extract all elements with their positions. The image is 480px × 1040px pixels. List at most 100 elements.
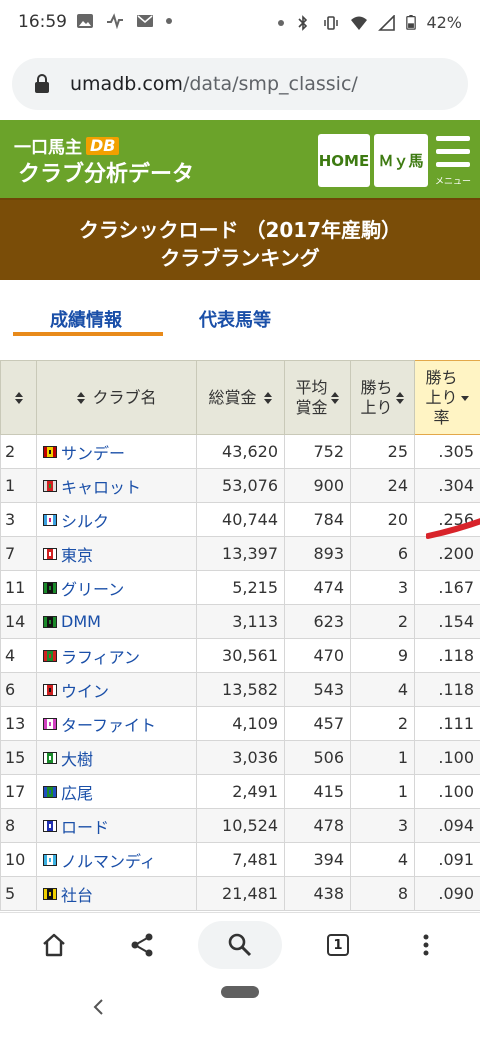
battery-icon xyxy=(406,15,417,30)
total-prize-cell: 5,215 xyxy=(196,570,285,605)
table-row[interactable]: 4 ラフィアン 30,561 470 9.118 xyxy=(0,638,480,673)
back-chevron-icon[interactable] xyxy=(92,998,106,1016)
club-cell[interactable]: 大樹 xyxy=(36,740,197,775)
active-tab-indicator xyxy=(13,332,163,336)
club-cell[interactable]: グリーン xyxy=(36,570,197,605)
avg-prize-cell: 438 xyxy=(284,876,351,911)
home-nav-button[interactable] xyxy=(30,921,78,969)
win-rate-cell: .118 xyxy=(414,638,480,673)
club-cell[interactable]: DMM xyxy=(36,604,197,639)
table-row[interactable]: 2 サンデー 43,620 752 25.305 xyxy=(0,434,480,469)
table-row[interactable]: 10 ノルマンディ 7,481 394 4.091 xyxy=(0,842,480,877)
club-name-link[interactable]: DMM xyxy=(61,612,101,631)
col-header-total-prize[interactable]: 総賞金 xyxy=(196,360,285,435)
table-row[interactable]: 6 ウイン 13,582 543 4.118 xyxy=(0,672,480,707)
avg-prize-cell: 478 xyxy=(284,808,351,843)
club-cell[interactable]: ノルマンディ xyxy=(36,842,197,877)
browser-bottom-toolbar: 1 xyxy=(0,912,480,976)
wins-cell: 1 xyxy=(350,774,415,809)
total-prize-cell: 7,481 xyxy=(196,842,285,877)
silk-icon xyxy=(43,479,57,492)
tab-results[interactable]: 成績情報 xyxy=(50,306,122,332)
table-row[interactable]: 8 ロード 10,524 478 3.094 xyxy=(0,808,480,843)
col-header-total-prize-label: 総賞金 xyxy=(208,387,257,407)
col-header-wins[interactable]: 勝ち 上り xyxy=(350,360,415,435)
club-name-link[interactable]: ウイン xyxy=(61,678,109,702)
club-cell[interactable]: 広尾 xyxy=(36,774,197,809)
win-rate-cell: .090 xyxy=(414,876,480,911)
club-cell[interactable]: ロード xyxy=(36,808,197,843)
table-row[interactable]: 3 シルク 40,744 784 20.256 xyxy=(0,502,480,537)
status-dot-icon xyxy=(278,19,285,26)
club-name-link[interactable]: 東京 xyxy=(61,542,93,566)
sort-icon xyxy=(14,391,23,404)
club-name-link[interactable]: ターファイト xyxy=(61,712,156,736)
url-text[interactable]: umadb.com/data/smp_classic/ xyxy=(70,73,358,95)
ranking-table-container[interactable]: クラブ名 総賞金 平均 賞金 勝ち 上り 勝ち 上り 率 2 サンデー 43,6… xyxy=(0,360,480,912)
vibrate-icon xyxy=(324,15,339,30)
avg-prize-cell: 506 xyxy=(284,740,351,775)
logo-db-badge: DB xyxy=(86,136,120,155)
total-prize-cell: 40,744 xyxy=(196,502,285,537)
tab-representative-horses[interactable]: 代表馬等 xyxy=(199,306,271,332)
table-row[interactable]: 7 東京 13,397 893 6.200 xyxy=(0,536,480,571)
address-bar[interactable]: umadb.com/data/smp_classic/ xyxy=(12,58,468,110)
club-cell[interactable]: ラフィアン xyxy=(36,638,197,673)
avg-prize-cell: 470 xyxy=(284,638,351,673)
more-options-button[interactable] xyxy=(402,921,450,969)
col-header-avg-line1: 平均 xyxy=(295,377,328,397)
club-name-link[interactable]: ノルマンディ xyxy=(61,848,156,872)
club-cell[interactable]: ウイン xyxy=(36,672,197,707)
my-horses-button[interactable]: Ｍｙ馬 xyxy=(374,134,428,187)
club-cell[interactable]: 東京 xyxy=(36,536,197,571)
page-title: クラシックロード （2017年産駒） xyxy=(78,218,402,242)
table-row[interactable]: 13 ターファイト 4,109 457 2.111 xyxy=(0,706,480,741)
club-cell[interactable]: サンデー xyxy=(36,434,197,469)
avg-prize-cell: 415 xyxy=(284,774,351,809)
battery-percent: 42% xyxy=(426,13,462,32)
table-row[interactable]: 11 グリーン 5,215 474 3.167 xyxy=(0,570,480,605)
table-row[interactable]: 17 広尾 2,491 415 1.100 xyxy=(0,774,480,809)
rank-cell: 14 xyxy=(0,604,37,639)
site-logo-top[interactable]: 一口馬主 DB xyxy=(14,133,120,158)
club-name-link[interactable]: ラフィアン xyxy=(61,644,140,668)
sort-icon xyxy=(263,391,272,404)
table-row[interactable]: 14 DMM 3,113 623 2.154 xyxy=(0,604,480,639)
win-rate-cell: .304 xyxy=(414,468,480,503)
col-header-club[interactable]: クラブ名 xyxy=(36,360,197,435)
rank-cell: 6 xyxy=(0,672,37,707)
rank-cell: 4 xyxy=(0,638,37,673)
wins-cell: 2 xyxy=(350,604,415,639)
wifi-icon xyxy=(351,16,368,30)
col-header-win-rate[interactable]: 勝ち 上り率 xyxy=(414,360,480,435)
club-name-link[interactable]: サンデー xyxy=(61,440,125,464)
club-name-link[interactable]: シルク xyxy=(61,508,109,532)
red-annotation-stroke xyxy=(426,518,480,539)
table-row[interactable]: 15 大樹 3,036 506 1.100 xyxy=(0,740,480,775)
table-body: 2 サンデー 43,620 752 25.305 1 キャロット 53,076 900 24.30… xyxy=(0,434,480,911)
page-subtitle: クラブランキング xyxy=(160,246,320,270)
tab-switcher-button[interactable]: 1 xyxy=(314,921,362,969)
table-row[interactable]: 1 キャロット 53,076 900 24.304 xyxy=(0,468,480,503)
avg-prize-cell: 893 xyxy=(284,536,351,571)
site-logo-title[interactable]: クラブ分析データ xyxy=(18,156,194,188)
table-row[interactable]: 5 社台 21,481 438 8.090 xyxy=(0,876,480,911)
search-button[interactable] xyxy=(198,921,282,969)
share-button[interactable] xyxy=(118,921,166,969)
home-button[interactable]: HOME xyxy=(318,134,370,187)
silk-icon xyxy=(43,853,57,866)
club-cell[interactable]: キャロット xyxy=(36,468,197,503)
menu-button[interactable]: メニュー xyxy=(434,134,472,188)
club-name-link[interactable]: ロード xyxy=(61,814,109,838)
club-name-link[interactable]: キャロット xyxy=(61,474,141,498)
club-cell[interactable]: シルク xyxy=(36,502,197,537)
home-gesture-pill[interactable] xyxy=(221,986,259,998)
club-name-link[interactable]: グリーン xyxy=(61,576,124,600)
col-header-avg-prize[interactable]: 平均 賞金 xyxy=(284,360,351,435)
col-header-rank[interactable] xyxy=(0,360,37,435)
club-cell[interactable]: 社台 xyxy=(36,876,197,911)
club-name-link[interactable]: 広尾 xyxy=(61,780,93,804)
club-name-link[interactable]: 大樹 xyxy=(61,746,93,770)
club-name-link[interactable]: 社台 xyxy=(61,882,93,906)
club-cell[interactable]: ターファイト xyxy=(36,706,197,741)
